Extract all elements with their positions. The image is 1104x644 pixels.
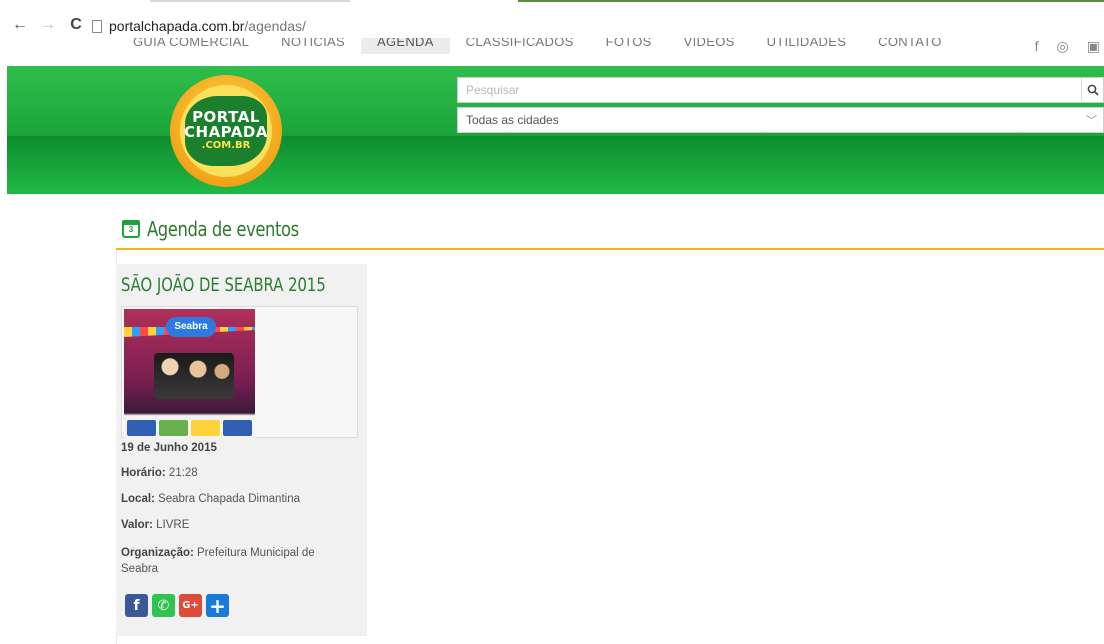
- calendar-icon: 3: [122, 220, 140, 238]
- site-header: PORTAL CHAPADA .COM.BR Todas as cidades …: [7, 66, 1104, 194]
- address-bar[interactable]: portalchapada.com.br/agendas/: [92, 16, 306, 36]
- nav-item-utilidades[interactable]: UTILIDADES: [751, 38, 863, 54]
- poster-artists: [154, 353, 234, 399]
- event-price-value: LIVRE: [152, 519, 190, 531]
- chevron-down-icon: ﹀: [1086, 115, 1097, 127]
- nav-item-videos[interactable]: VÍDEOS: [668, 38, 751, 54]
- nav-item-contato[interactable]: CONTATO: [862, 38, 958, 54]
- poster-label: Seabra: [166, 317, 216, 337]
- sponsor-logo: [191, 420, 220, 436]
- event-image-frame: Seabra: [121, 306, 358, 439]
- event-time-label: Horário:: [121, 467, 166, 479]
- event-poster-image[interactable]: Seabra: [124, 309, 255, 439]
- nav-item-fotos[interactable]: FOTOS: [590, 38, 668, 54]
- top-navigation: GUIA COMERCIAL NOTÍCIAS AGENDA CLASSIFIC…: [0, 38, 1104, 66]
- url-domain: portalchapada.com.br: [109, 18, 245, 34]
- site-logo[interactable]: PORTAL CHAPADA .COM.BR: [170, 75, 282, 187]
- search-input[interactable]: [458, 78, 1081, 102]
- event-price: Valor: LIVRE: [121, 519, 189, 531]
- nav-item-agenda[interactable]: AGENDA: [360, 38, 450, 54]
- logo-line-2: CHAPADA: [184, 123, 268, 141]
- page-icon: [92, 19, 102, 33]
- facebook-icon[interactable]: f: [1035, 38, 1039, 55]
- logo-line-3: .COM.BR: [201, 140, 251, 151]
- facebook-share-icon[interactable]: f: [125, 594, 148, 617]
- browser-toolbar: ← → C portalchapada.com.br/agendas/: [0, 0, 1104, 38]
- share-buttons: f ✆ G+ +: [125, 594, 229, 618]
- youtube-icon[interactable]: ▣: [1087, 38, 1100, 55]
- event-date: 19 de Junho 2015: [121, 442, 217, 454]
- event-time-value: 21:28: [165, 467, 198, 479]
- page-title: Agenda de eventos: [147, 217, 299, 241]
- logo-map-shape: PORTAL CHAPADA .COM.BR: [184, 96, 268, 166]
- nav-item-classificados[interactable]: CLASSIFICADOS: [450, 38, 590, 54]
- url-path: /agendas/: [244, 18, 306, 34]
- event-time: Horário: 21:28: [121, 467, 198, 479]
- whatsapp-share-icon[interactable]: ✆: [152, 594, 175, 617]
- logo-ring: PORTAL CHAPADA .COM.BR: [180, 85, 272, 177]
- event-place-value: Seabra Chapada Dimantina: [154, 493, 300, 505]
- event-place: Local: Seabra Chapada Dimantina: [121, 493, 300, 505]
- forward-icon[interactable]: →: [40, 16, 56, 34]
- search-box: [457, 77, 1104, 103]
- event-title[interactable]: SÃO JOÃO DE SEABRA 2015: [121, 274, 326, 296]
- search-icon[interactable]: [1081, 78, 1103, 102]
- sponsor-logo: [159, 420, 188, 436]
- more-share-icon[interactable]: +: [206, 594, 229, 618]
- reload-icon[interactable]: C: [68, 16, 84, 34]
- social-links: f ◎ ▣: [1035, 38, 1104, 55]
- back-icon[interactable]: ←: [12, 16, 28, 34]
- topnav-menu: GUIA COMERCIAL NOTÍCIAS AGENDA CLASSIFIC…: [133, 38, 958, 54]
- tab-edge: [150, 0, 350, 8]
- poster-sponsors: [124, 417, 255, 439]
- event-organizer: Organização: Prefeitura Municipal de Sea…: [121, 545, 336, 577]
- event-price-label: Valor:: [121, 519, 153, 531]
- city-select-value: Todas as cidades: [466, 113, 559, 127]
- nav-item-guia-comercial[interactable]: GUIA COMERCIAL: [133, 38, 265, 54]
- event-org-label: Organização:: [121, 547, 194, 559]
- instagram-icon[interactable]: ◎: [1057, 38, 1069, 55]
- city-select[interactable]: Todas as cidades ﹀: [457, 107, 1104, 133]
- tab-edge-active: [518, 0, 1104, 8]
- googleplus-share-icon[interactable]: G+: [179, 594, 202, 617]
- sponsor-logo: [223, 420, 252, 436]
- event-place-label: Local:: [121, 493, 155, 505]
- nav-item-noticias[interactable]: NOTÍCIAS: [265, 38, 361, 54]
- agenda-heading: 3 Agenda de eventos: [116, 210, 1104, 250]
- search-glyph: [1087, 84, 1099, 96]
- browser-nav: ← → C: [12, 16, 84, 34]
- event-card: SÃO JOÃO DE SEABRA 2015 Seabra 19 de Jun…: [116, 264, 367, 636]
- sponsor-logo: [127, 420, 156, 436]
